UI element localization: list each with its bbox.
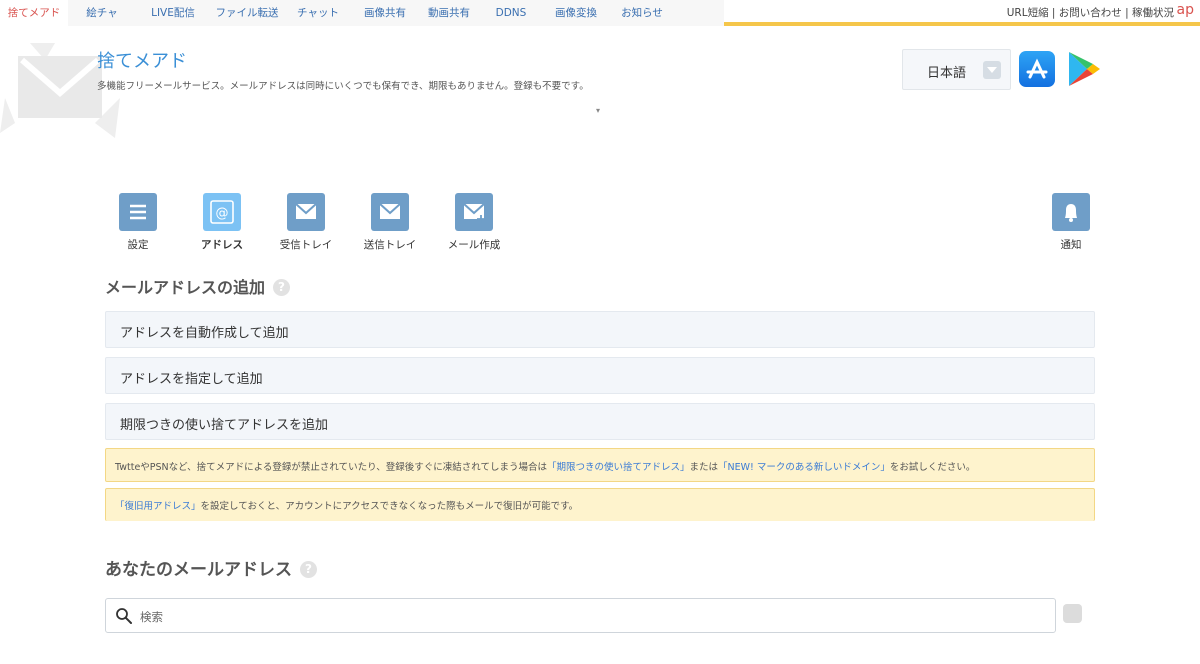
google-play-icon[interactable] <box>1066 50 1102 88</box>
tab-video-share[interactable]: 動画共有 <box>418 0 480 26</box>
recovery-address-link[interactable]: 「復旧用アドレス」 <box>115 501 201 512</box>
add-address-heading-text: メールアドレスの追加 <box>105 278 266 297</box>
site-title[interactable]: 捨てメアド <box>97 47 187 73</box>
notice-recovery-address: 「復旧用アドレス」を設定しておくと、アカウントにアクセスできなくなった際もメール… <box>105 488 1095 521</box>
service-tabs: 捨てメアド 絵チャ LIVE配信 ファイル転送 チャット 画像共有 動画共有 D… <box>0 0 724 26</box>
svg-text:@: @ <box>216 206 229 221</box>
search-input[interactable]: 検索 <box>105 598 1056 633</box>
search-placeholder: 検索 <box>140 610 163 624</box>
site-description: 多機能フリーメールサービス。メールアドレスは同時にいくつでも保有でき、期限もあり… <box>97 81 589 92</box>
tab-echat[interactable]: 絵チャ <box>68 0 136 26</box>
notice1-post: をお試しください。 <box>889 462 976 473</box>
utility-links[interactable]: URL短縮 | お問い合わせ | 稼働状況 <box>1007 0 1174 26</box>
outbox-icon[interactable] <box>371 193 409 231</box>
limited-address-label: 期限つきの使い捨てアドレスを追加 <box>120 418 329 433</box>
tab-image-convert[interactable]: 画像変換 <box>542 0 610 26</box>
bell-icon[interactable] <box>1052 193 1090 231</box>
your-addresses-heading-text: あなたのメールアドレス <box>105 560 292 580</box>
settings-label[interactable]: 設定 <box>93 237 183 252</box>
notice1-mid: または <box>689 462 718 473</box>
limited-address-button[interactable]: 期限つきの使い捨てアドレスを追加 <box>105 403 1095 440</box>
settings-icon[interactable] <box>119 193 157 231</box>
tab-ddns[interactable]: DDNS <box>480 0 542 26</box>
inbox-label[interactable]: 受信トレイ <box>261 237 351 252</box>
compose-label[interactable]: メール作成 <box>429 237 519 252</box>
notice2-text: を設定しておくと、アカウントにアクセスできなくなった際もメールで復旧が可能です。 <box>200 501 579 512</box>
tab-news[interactable]: お知らせ <box>610 0 674 26</box>
auto-create-address-button[interactable]: アドレスを自動作成して追加 <box>105 311 1095 348</box>
tab-sutemeado[interactable]: 捨てメアド <box>0 0 68 26</box>
new-domain-link[interactable]: 「NEW! マークのある新しいドメイン」 <box>718 462 890 473</box>
auto-create-label: アドレスを自動作成して追加 <box>120 326 289 341</box>
notice-twitter-psn: TwtteやPSNなど、捨てメアドによる登録が禁止されていたり、登録後すぐに凍結… <box>105 448 1095 482</box>
tab-live[interactable]: LIVE配信 <box>136 0 210 26</box>
top-navigation: 捨てメアド 絵チャ LIVE配信 ファイル転送 チャット 画像共有 動画共有 D… <box>0 0 1200 26</box>
search-icon <box>116 608 132 624</box>
compose-icon[interactable] <box>455 193 493 231</box>
your-addresses-heading: あなたのメールアドレス? <box>105 555 317 580</box>
tab-file-transfer[interactable]: ファイル転送 <box>210 0 284 26</box>
inbox-icon[interactable] <box>287 193 325 231</box>
cursor-mark: ▾ <box>596 106 601 115</box>
chevron-down-icon <box>983 61 1001 79</box>
address-label[interactable]: アドレス <box>177 237 267 252</box>
tab-spacer <box>674 0 724 26</box>
select-all-checkbox[interactable] <box>1063 604 1082 623</box>
app-store-icon[interactable] <box>1019 51 1055 87</box>
brand-logo[interactable]: ap <box>1177 2 1194 18</box>
language-select[interactable]: 日本語 <box>902 49 1011 90</box>
limited-address-link[interactable]: 「期限つきの使い捨てアドレス」 <box>547 462 690 473</box>
tab-image-share[interactable]: 画像共有 <box>352 0 418 26</box>
help-icon[interactable]: ? <box>300 561 317 578</box>
help-icon[interactable]: ? <box>273 279 291 296</box>
notice1-text: TwtteやPSNなど、捨てメアドによる登録が禁止されていたり、登録後すぐに凍結… <box>115 462 547 473</box>
outbox-label[interactable]: 送信トレイ <box>345 237 435 252</box>
add-address-heading: メールアドレスの追加? <box>105 274 291 298</box>
address-icon[interactable]: @ <box>203 193 241 231</box>
specify-address-button[interactable]: アドレスを指定して追加 <box>105 357 1095 394</box>
tab-chat[interactable]: チャット <box>284 0 352 26</box>
notify-label[interactable]: 通知 <box>1026 237 1116 252</box>
specify-address-label: アドレスを指定して追加 <box>120 372 263 387</box>
language-label: 日本語 <box>927 66 967 81</box>
